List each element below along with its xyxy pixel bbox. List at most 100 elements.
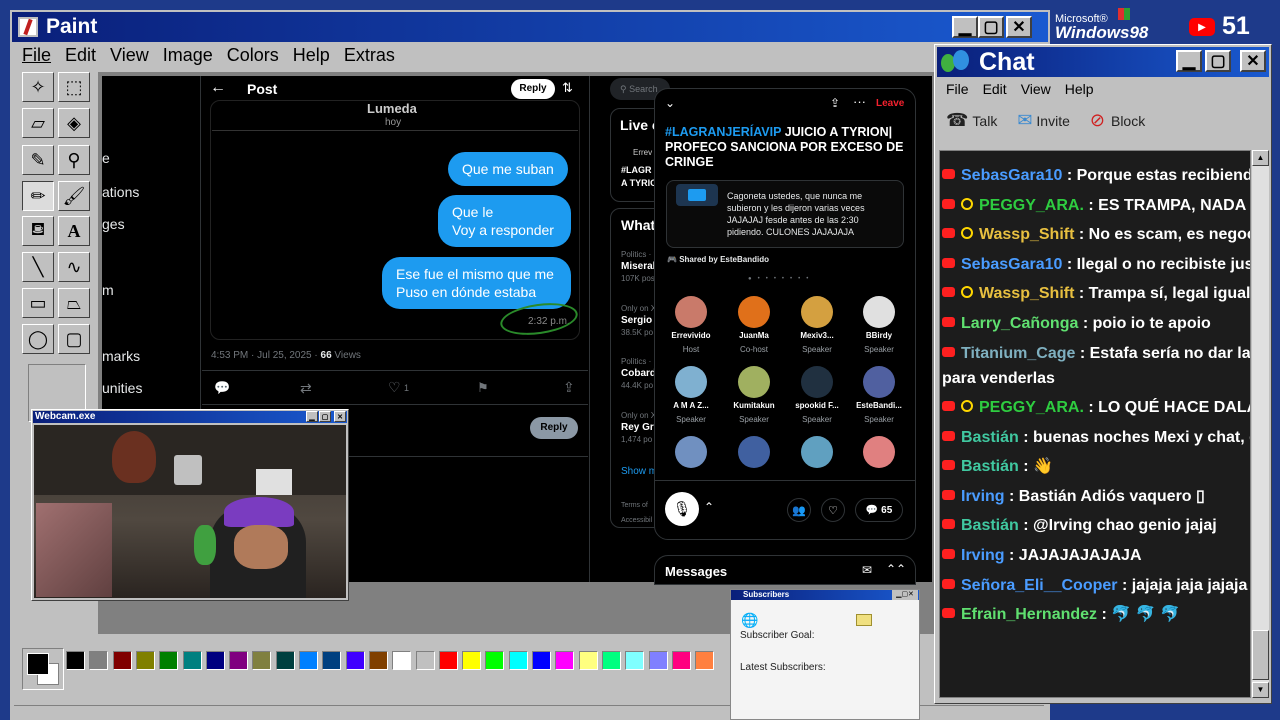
speaker-avatar[interactable] bbox=[675, 366, 707, 398]
palette-swatch[interactable] bbox=[415, 651, 435, 670]
speaker-avatar[interactable] bbox=[738, 436, 770, 468]
paint-minimize-button[interactable]: ▁ bbox=[952, 16, 978, 38]
palette-swatch[interactable] bbox=[182, 651, 202, 670]
palette-swatch[interactable] bbox=[252, 651, 272, 670]
paint-close-button[interactable]: ✕ bbox=[1006, 16, 1032, 38]
paint-maximize-button[interactable]: ▢ bbox=[978, 16, 1004, 38]
chat-maximize-button[interactable]: ▢ bbox=[1205, 50, 1231, 72]
space-more-icon[interactable]: ··· bbox=[853, 94, 866, 109]
speaker-avatar[interactable] bbox=[675, 296, 707, 328]
ellipse-tool-icon[interactable]: ◯ bbox=[22, 324, 54, 354]
chat-username[interactable]: Irving bbox=[961, 547, 1005, 564]
palette-swatch[interactable] bbox=[322, 651, 342, 670]
palette-swatch[interactable] bbox=[299, 651, 318, 670]
chat-username[interactable]: PEGGY_ARA. bbox=[979, 197, 1084, 214]
chat-username[interactable]: SebasGara10 bbox=[961, 167, 1062, 184]
sliders-icon[interactable]: ⇅ bbox=[562, 80, 573, 96]
speaker-avatar[interactable] bbox=[738, 366, 770, 398]
palette-swatch[interactable] bbox=[89, 651, 109, 670]
webcam-maximize-button[interactable]: ▢ bbox=[319, 411, 331, 422]
palette-swatch[interactable] bbox=[275, 651, 295, 670]
scroll-up-button[interactable]: ▲ bbox=[1252, 150, 1269, 166]
chat-username[interactable]: Efrain_Hernandez bbox=[961, 606, 1097, 623]
reply-top-button[interactable]: Reply bbox=[511, 79, 555, 99]
chat-username[interactable]: Wassp_Shift bbox=[979, 285, 1074, 302]
palette-swatch[interactable] bbox=[485, 651, 505, 670]
space-share-icon[interactable]: ⇪ bbox=[830, 96, 840, 110]
replies-button[interactable]: 💬 65 bbox=[855, 498, 903, 522]
airbrush-tool-icon[interactable]: ⛾ bbox=[22, 216, 54, 246]
palette-swatch[interactable] bbox=[112, 651, 132, 670]
paint-menu-edit[interactable]: Edit bbox=[65, 45, 96, 66]
chevron-up-icon[interactable]: ⌃ bbox=[704, 500, 714, 514]
chat-username[interactable]: Larry_Cañongа bbox=[961, 315, 1078, 332]
eraser-tool-icon[interactable]: ▱ bbox=[22, 108, 54, 138]
palette-swatch[interactable] bbox=[462, 651, 482, 670]
speaker-avatar[interactable] bbox=[801, 366, 833, 398]
chat-username[interactable]: PEGGY_ARA. bbox=[979, 399, 1084, 416]
text-tool-icon[interactable]: A bbox=[58, 216, 90, 246]
palette-swatch[interactable] bbox=[648, 651, 668, 670]
speaker-avatar[interactable] bbox=[863, 436, 895, 468]
trend-item[interactable]: Politics · Cobard 44.4K po bbox=[621, 356, 656, 392]
chat-minimize-button[interactable]: ▁ bbox=[1176, 50, 1202, 72]
rect-select-tool-icon[interactable]: ⬚ bbox=[58, 72, 90, 102]
palette-swatch[interactable] bbox=[135, 651, 155, 670]
block-button[interactable]: Block bbox=[1111, 113, 1145, 129]
chat-username[interactable]: Bastián bbox=[961, 517, 1019, 534]
polygon-tool-icon[interactable]: ⏢ bbox=[58, 288, 90, 318]
speaker-avatar[interactable] bbox=[863, 296, 895, 328]
pencil-tool-icon[interactable]: ✏ bbox=[22, 181, 54, 211]
talk-button[interactable]: Talk bbox=[972, 113, 997, 129]
current-color-box[interactable] bbox=[22, 648, 64, 690]
palette-swatch[interactable] bbox=[578, 651, 598, 670]
color-picker-tool-icon[interactable]: ✎ bbox=[22, 145, 54, 175]
retweet-icon[interactable]: ⇄ bbox=[300, 380, 312, 397]
palette-swatch[interactable] bbox=[671, 651, 691, 670]
chat-close-button[interactable]: ✕ bbox=[1240, 50, 1266, 72]
nav-item[interactable]: unities bbox=[102, 380, 142, 396]
brush-tool-icon[interactable]: 🖌 bbox=[58, 181, 90, 211]
chat-username[interactable]: SebasGara10 bbox=[961, 256, 1062, 273]
speaker-avatar[interactable] bbox=[675, 436, 707, 468]
chat-menu-view[interactable]: View bbox=[1021, 81, 1051, 97]
chat-username[interactable]: Bastián bbox=[961, 429, 1019, 446]
curve-tool-icon[interactable]: ∿ bbox=[58, 252, 90, 282]
react-button[interactable]: ♡ bbox=[821, 498, 845, 522]
webcam-minimize-button[interactable]: ▁ bbox=[306, 411, 318, 422]
trend-item[interactable]: Only on X Sergio 38.5K po bbox=[621, 303, 656, 339]
scroll-thumb[interactable] bbox=[1252, 630, 1269, 680]
palette-swatch[interactable] bbox=[159, 651, 179, 670]
new-message-icon[interactable]: ✉ bbox=[862, 563, 872, 577]
mic-button[interactable]: 🎙 bbox=[665, 492, 699, 526]
palette-swatch[interactable] bbox=[66, 651, 85, 670]
reply-icon[interactable]: 💬 bbox=[214, 380, 230, 396]
paint-menu-view[interactable]: View bbox=[110, 45, 149, 66]
nav-item[interactable]: ations bbox=[102, 184, 139, 200]
share-icon[interactable]: ⇪ bbox=[563, 379, 575, 396]
chat-username[interactable]: Señora_Eli__Cooper bbox=[961, 577, 1118, 594]
webcam-close-button[interactable]: ✕ bbox=[334, 411, 346, 422]
palette-swatch[interactable] bbox=[601, 651, 621, 670]
subscribers-window-buttons[interactable]: ▁▢✕ bbox=[892, 590, 918, 600]
chat-scrollbar[interactable]: ▲ ▼ bbox=[1252, 150, 1269, 698]
chat-username[interactable]: Wassp_Shift bbox=[979, 226, 1074, 243]
chat-menu-edit[interactable]: Edit bbox=[983, 81, 1007, 97]
palette-swatch[interactable] bbox=[205, 651, 225, 670]
invite-button[interactable]: Invite bbox=[1036, 113, 1069, 129]
back-arrow-icon[interactable]: ← bbox=[210, 79, 226, 97]
palette-swatch[interactable] bbox=[508, 651, 528, 670]
people-button[interactable]: 👥 bbox=[787, 498, 811, 522]
nav-item[interactable]: e bbox=[102, 150, 110, 166]
speaker-avatar[interactable] bbox=[738, 296, 770, 328]
paint-menu-image[interactable]: Image bbox=[163, 45, 213, 66]
terms-link[interactable]: Terms of bbox=[621, 502, 648, 509]
show-more-link[interactable]: Show m bbox=[621, 466, 657, 477]
speaker-avatar[interactable] bbox=[801, 296, 833, 328]
palette-swatch[interactable] bbox=[438, 651, 458, 670]
chat-menu-help[interactable]: Help bbox=[1065, 81, 1094, 97]
space-leave-button[interactable]: Leave bbox=[876, 98, 904, 109]
scroll-down-button[interactable]: ▼ bbox=[1252, 682, 1269, 698]
expand-messages-icon[interactable]: ⌃⌃ bbox=[886, 562, 906, 576]
fill-tool-icon[interactable]: ◈ bbox=[58, 108, 90, 138]
